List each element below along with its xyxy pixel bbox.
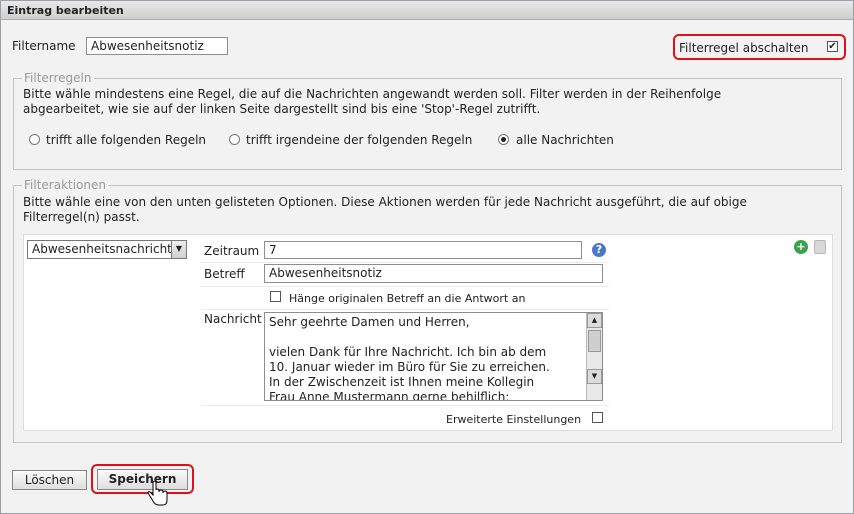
actions-description: Bitte wähle eine von den unten gelistete… (23, 195, 747, 224)
disable-rule-checkbox[interactable]: ✔ (827, 41, 838, 52)
nachricht-text: Sehr geehrte Damen und Herren, vielen Dan… (269, 315, 598, 401)
dialog-title: Eintrag bearbeiten (1, 1, 853, 20)
actions-legend: Filteraktionen (22, 178, 108, 192)
nachricht-line: vielen Dank für Ihre Nachricht. Ich bin … (269, 345, 547, 359)
row-divider (201, 262, 609, 263)
betreff-label: Betreff (204, 267, 245, 281)
action-type-select[interactable]: Abwesenheitsnachricht ▼ (27, 240, 187, 259)
rules-legend: Filterregeln (22, 71, 94, 85)
scroll-thumb[interactable] (588, 330, 601, 352)
radio-match-all[interactable] (29, 134, 40, 145)
save-button[interactable]: Speichern (97, 469, 188, 490)
filter-name-label: Filtername (12, 39, 76, 53)
disable-rule-label: Filterregel abschalten (679, 41, 809, 55)
advanced-settings-label: Erweiterte Einstellungen (446, 413, 582, 426)
hand-cursor-icon (147, 481, 168, 506)
scroll-up-icon[interactable]: ▲ (587, 313, 602, 328)
append-subject-checkbox[interactable] (270, 291, 281, 302)
row-divider (201, 286, 609, 287)
delete-button[interactable]: Löschen (12, 470, 87, 490)
edit-entry-dialog: Eintrag bearbeiten Filtername Abwesenhei… (0, 0, 854, 514)
filter-name-input[interactable]: Abwesenheitsnotiz (86, 37, 228, 55)
nachricht-line (269, 330, 598, 345)
betreff-input[interactable]: Abwesenheitsnotiz (264, 264, 603, 283)
add-action-icon[interactable]: + (794, 240, 808, 254)
action-type-value: Abwesenheitsnachricht (32, 242, 172, 256)
radio-match-all-label: trifft alle folgenden Regeln (46, 133, 207, 147)
rules-description: Bitte wähle mindestens eine Regel, die a… (23, 87, 722, 116)
nachricht-line: In der Zwischenzeit ist Ihnen meine Koll… (269, 375, 535, 389)
help-icon[interactable]: ? (592, 243, 606, 257)
trash-icon[interactable] (814, 240, 826, 254)
radio-match-any-label: trifft irgendeine der folgenden Regeln (246, 133, 473, 147)
radio-match-any[interactable] (229, 134, 240, 145)
radio-all-messages-label: alle Nachrichten (516, 133, 614, 147)
checkmark-icon: ✔ (828, 41, 837, 52)
row-divider (201, 309, 609, 310)
nachricht-line: Sehr geehrte Damen und Herren, (269, 315, 470, 329)
nachricht-line: 10. Januar wieder im Büro für Sie zu err… (269, 360, 550, 374)
radio-all-messages[interactable] (498, 134, 509, 145)
scroll-down-icon[interactable]: ▼ (587, 369, 602, 384)
append-subject-label: Hänge originalen Betreff an die Antwort … (289, 292, 526, 305)
zeitraum-label: Zeitraum (204, 244, 260, 258)
nachricht-label: Nachricht (204, 312, 262, 326)
chevron-down-icon: ▼ (171, 241, 186, 258)
advanced-settings-checkbox[interactable] (592, 412, 603, 423)
row-divider (201, 405, 609, 406)
nachricht-line: Frau Anne Mustermann gerne behilflich: (269, 390, 510, 401)
nachricht-textarea[interactable]: Sehr geehrte Damen und Herren, vielen Dan… (264, 312, 603, 401)
nachricht-scrollbar[interactable]: ▲ ▼ (586, 313, 602, 400)
zeitraum-input[interactable]: 7 (264, 241, 582, 259)
